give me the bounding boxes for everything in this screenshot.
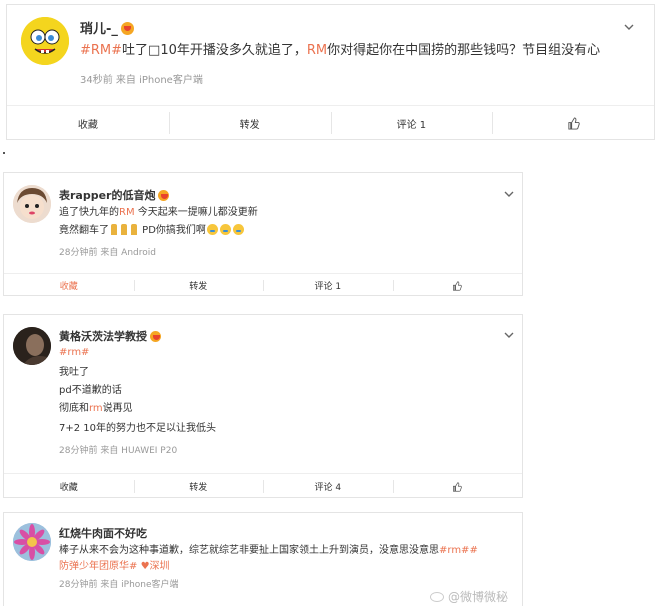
comment-meta: 28分钟前 来自 Android: [59, 248, 156, 258]
portrait-avatar-icon: [13, 327, 51, 365]
candle-icon: [121, 224, 127, 235]
collect-label: 收藏: [59, 282, 78, 292]
weibo-logo-icon: [430, 592, 444, 602]
watermark: @微博微秘: [430, 588, 508, 605]
crying-emoji-icon: [232, 224, 244, 235]
comment-action-bar: 收藏 转发 评论 4: [4, 473, 522, 499]
comment-button[interactable]: 评论 1: [263, 274, 393, 297]
comment-label: 评论 1: [314, 282, 342, 292]
comment-meta: 28分钟前 来自 HUAWEI P20: [59, 446, 178, 456]
candle-icon: [111, 224, 117, 235]
mention-link[interactable]: RM: [119, 207, 135, 218]
thumbs-up-icon: [453, 481, 463, 492]
like-button[interactable]: [392, 474, 523, 499]
hashtag-suffix: #: [469, 545, 478, 556]
comment-line: 7+2 10年的努力也不足以让我低头: [59, 423, 217, 434]
comment-label: 评论 4: [314, 483, 342, 493]
post-action-bar: 收藏 转发 评论 1: [7, 105, 654, 140]
vip-badge-icon: [158, 190, 170, 201]
comment-action-bar: 收藏 转发 评论 1: [4, 273, 522, 297]
comment-line: 我吐了: [59, 367, 89, 378]
crying-emoji-icon: [219, 224, 231, 235]
hashtag-link[interactable]: #RM#: [80, 43, 122, 58]
collect-button[interactable]: 收藏: [4, 474, 134, 499]
vip-badge-icon: [120, 22, 134, 35]
repost-button[interactable]: 转发: [133, 274, 264, 297]
repost-label: 转发: [239, 119, 260, 131]
vip-badge-icon: [150, 331, 161, 342]
repost-button[interactable]: 转发: [168, 106, 331, 140]
avatar[interactable]: [13, 523, 51, 561]
crying-emoji-icon: [206, 224, 218, 235]
repost-label: 转发: [189, 282, 208, 292]
child-avatar-icon: [13, 185, 51, 223]
location-link[interactable]: ♥深圳: [137, 561, 170, 572]
avatar[interactable]: [21, 17, 69, 65]
hashtag-link[interactable]: #rm#: [59, 347, 89, 358]
hashtag-link[interactable]: #rm#: [439, 545, 469, 556]
comment-username[interactable]: 表rapper的低音炮: [59, 187, 170, 203]
comment-line: pd不道歉的话: [59, 385, 122, 396]
spongebob-avatar-icon: [21, 17, 69, 65]
mention-link[interactable]: RM: [307, 43, 327, 58]
thumbs-up-icon: [568, 116, 580, 130]
comment-line: #rm#: [59, 345, 89, 361]
post-username[interactable]: 琑儿-_: [80, 18, 134, 37]
collect-button[interactable]: 收藏: [7, 106, 169, 140]
like-button[interactable]: [392, 274, 523, 297]
comment-line: 彻底和rm说再见: [59, 403, 133, 414]
avatar[interactable]: [13, 185, 51, 223]
like-button[interactable]: [492, 106, 654, 140]
collect-button[interactable]: 收藏: [4, 274, 134, 297]
repost-label: 转发: [189, 483, 208, 493]
comment-line: 防弹少年团原华# ♥深圳: [59, 559, 170, 575]
collect-label: 收藏: [59, 483, 78, 493]
avatar[interactable]: [13, 327, 51, 365]
comment-button[interactable]: 评论 4: [263, 474, 393, 499]
mention-link[interactable]: rm: [89, 403, 103, 414]
comment-line: 竟然翻车了 PD你搞我们啊: [59, 223, 245, 239]
comment-card: 表rapper的低音炮 追了快九年的RM 今天起来一提嘛儿都没更新 竟然翻车了 …: [3, 172, 523, 296]
chevron-down-icon[interactable]: [624, 22, 634, 32]
flower-avatar-icon: [13, 523, 51, 561]
hashtag-link[interactable]: 防弹少年团原华#: [59, 561, 137, 572]
comment-card: 黄格沃茨法学教授 #rm# 我吐了 pd不道歉的话 彻底和rm说再见 7+2 1…: [3, 314, 523, 498]
comment-label: 评论 1: [396, 119, 427, 131]
comment-meta: 28分钟前 来自 iPhone客户端: [59, 580, 179, 590]
comment-line: 棒子从来不会为这种事道歉，综艺就综艺非要扯上国家领土上升到演员，没意思没意思#r…: [59, 545, 478, 556]
comment-line: 追了快九年的RM 今天起来一提嘛儿都没更新: [59, 207, 258, 218]
chevron-down-icon[interactable]: [504, 189, 514, 199]
collect-label: 收藏: [77, 119, 98, 131]
candle-icon: [131, 224, 137, 235]
divider-mark: [3, 152, 5, 154]
post-meta: 34秒前 来自 iPhone客户端: [80, 75, 203, 86]
main-post-card: 琑儿-_ #RM#吐了□10年开播没多久就追了，RM你对得起你在中国捞的那些钱吗…: [6, 4, 655, 140]
repost-button[interactable]: 转发: [133, 474, 264, 499]
comment-username[interactable]: 红烧牛肉面不好吃: [59, 525, 147, 541]
post-text: #RM#吐了□10年开播没多久就追了，RM你对得起你在中国捞的那些钱吗？节目组没…: [80, 43, 601, 58]
chevron-down-icon[interactable]: [504, 330, 514, 340]
comment-username[interactable]: 黄格沃茨法学教授: [59, 328, 161, 344]
comment-button[interactable]: 评论 1: [330, 106, 493, 140]
thumbs-up-icon: [453, 280, 463, 291]
